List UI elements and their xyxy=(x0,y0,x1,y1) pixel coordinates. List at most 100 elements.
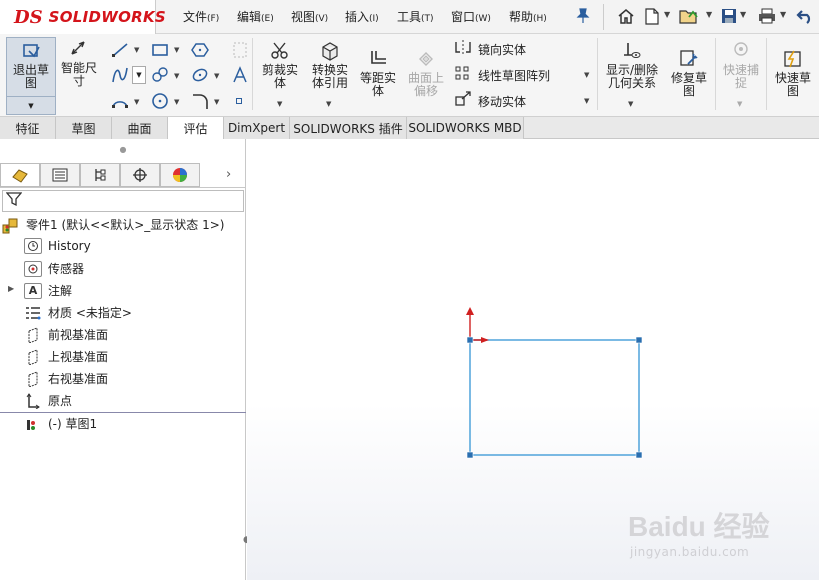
tree-item-material[interactable]: 材质 <未指定> xyxy=(24,304,132,321)
tab-solidworks-mbd[interactable]: SOLIDWORKS MBD xyxy=(407,117,524,139)
point-icon[interactable] xyxy=(236,98,242,104)
tab-solidworks-addins[interactable]: SOLIDWORKS 插件 xyxy=(290,117,407,139)
polygon-icon[interactable] xyxy=(190,40,210,60)
menu-window[interactable]: 窗口(W) xyxy=(451,8,491,25)
chevron-down-icon[interactable]: ▼ xyxy=(174,72,179,80)
offset-on-surface-button[interactable]: 曲面上偏移 xyxy=(404,48,448,98)
tree-item-annotations[interactable]: A 注解 xyxy=(24,282,72,299)
slot-icon[interactable] xyxy=(150,65,170,85)
ellipse-icon[interactable] xyxy=(190,65,210,85)
rectangle-icon[interactable] xyxy=(150,40,170,60)
sketch-point[interactable] xyxy=(466,336,474,344)
print-icon[interactable] xyxy=(756,6,778,26)
pin-icon[interactable] xyxy=(572,6,594,26)
expand-arrow-icon[interactable]: ▶ xyxy=(8,284,14,293)
chevron-down-icon[interactable]: ▼ xyxy=(326,100,331,108)
dimxpert-manager-tab-icon[interactable] xyxy=(120,163,160,187)
chevron-down-icon[interactable]: ▼ xyxy=(628,100,633,108)
tree-part-root[interactable]: 零件1 (默认<<默认>_显示状态 1>) xyxy=(2,216,224,233)
feature-manager-tab-icon[interactable] xyxy=(0,163,40,187)
rapid-sketch-icon xyxy=(783,48,803,70)
tree-item-label: 注解 xyxy=(48,284,73,298)
chevron-down-icon[interactable]: ▼ xyxy=(584,71,589,79)
undo-icon[interactable] xyxy=(794,6,816,26)
property-manager-tab-icon[interactable] xyxy=(40,163,80,187)
sketch-point[interactable] xyxy=(466,451,474,459)
chevron-down-icon[interactable]: ▼ xyxy=(780,10,786,19)
move-label: 移动实体 xyxy=(478,94,527,109)
text-icon[interactable] xyxy=(230,65,250,85)
chevron-down-icon[interactable]: ▼ xyxy=(174,46,179,54)
tree-item-sketch1[interactable]: (-) 草图1 xyxy=(24,415,97,432)
menu-tools[interactable]: 工具(T) xyxy=(397,8,434,25)
chevron-down-icon[interactable]: ▼ xyxy=(277,100,282,108)
tab-sketch[interactable]: 草图 xyxy=(56,117,112,139)
spline-icon[interactable] xyxy=(110,65,130,85)
arc-icon[interactable] xyxy=(110,91,130,111)
linear-pattern-button[interactable]: 线性草图阵列 xyxy=(452,65,550,85)
exit-sketch-button[interactable]: 退出草图 ▼ xyxy=(6,37,56,115)
smart-dimension-button[interactable]: 智能尺寸 xyxy=(58,38,100,88)
fillet-icon[interactable] xyxy=(190,91,210,111)
logo-text: SOLIDWORKS xyxy=(48,8,167,26)
panel-grip-icon[interactable]: ● xyxy=(0,139,246,159)
chevron-down-icon[interactable]: ▼ xyxy=(740,10,746,19)
menu-view[interactable]: 视图(V) xyxy=(291,8,328,25)
line-icon[interactable] xyxy=(110,40,130,60)
display-manager-tab-icon[interactable] xyxy=(160,163,200,187)
configuration-manager-tab-icon[interactable] xyxy=(80,163,120,187)
tree-item-history[interactable]: History xyxy=(24,238,91,254)
tree-item-right-plane[interactable]: 右视基准面 xyxy=(24,370,108,387)
convert-entities-button[interactable]: 转换实体引用 xyxy=(306,40,354,90)
tree-item-origin[interactable]: 原点 xyxy=(24,392,72,409)
rapid-sketch-label: 快速草图 xyxy=(774,71,811,98)
display-relations-button[interactable]: 显示/删除几何关系 xyxy=(601,40,663,90)
new-document-icon[interactable] xyxy=(641,6,663,26)
part-icon xyxy=(2,216,20,233)
chevron-down-icon[interactable]: ▼ xyxy=(134,46,139,54)
tree-item-front-plane[interactable]: 前视基准面 xyxy=(24,326,108,343)
menu-edit[interactable]: 编辑(E) xyxy=(237,8,274,25)
chevron-down-icon[interactable]: ▼ xyxy=(214,98,219,106)
menu-insert[interactable]: 插入(I) xyxy=(345,8,379,25)
chevron-down-icon[interactable]: ▼ xyxy=(132,66,146,84)
offset-surface-icon xyxy=(416,48,436,70)
sketch-rectangle[interactable] xyxy=(469,339,640,456)
chevron-down-icon[interactable]: ▼ xyxy=(584,97,589,105)
chevron-right-icon[interactable]: › xyxy=(226,167,231,182)
tab-features[interactable]: 特征 xyxy=(0,117,56,139)
tree-item-sensors[interactable]: 传感器 xyxy=(24,260,84,277)
graphics-area[interactable]: Baidu 经验 jingyan.baidu.com xyxy=(247,139,819,580)
home-icon[interactable] xyxy=(615,6,637,26)
mirror-entities-button[interactable]: 镜向实体 xyxy=(452,39,526,59)
chevron-down-icon[interactable]: ▼ xyxy=(737,100,742,108)
chevron-down-icon[interactable]: ▼ xyxy=(174,98,179,106)
menu-file[interactable]: 文件(F) xyxy=(183,8,219,25)
offset-entities-button[interactable]: 等距实体 xyxy=(356,48,400,98)
tab-dimxpert[interactable]: DimXpert xyxy=(224,117,290,139)
menu-help[interactable]: 帮助(H) xyxy=(509,8,547,25)
tree-item-top-plane[interactable]: 上视基准面 xyxy=(24,348,108,365)
rollback-bar[interactable] xyxy=(0,412,246,413)
tab-evaluate[interactable]: 评估 xyxy=(168,117,224,139)
trim-entities-button[interactable]: 剪裁实体 xyxy=(258,40,302,90)
chevron-down-icon[interactable]: ▼ xyxy=(7,96,55,115)
open-icon[interactable] xyxy=(678,6,700,26)
save-icon[interactable] xyxy=(718,6,740,26)
filter-field[interactable] xyxy=(2,190,244,212)
chevron-down-icon[interactable]: ▼ xyxy=(214,72,219,80)
repair-sketch-button[interactable]: 修复草图 xyxy=(666,48,712,98)
quick-snaps-button[interactable]: 快速捕捉 xyxy=(719,40,763,90)
circle-icon[interactable] xyxy=(150,91,170,111)
rapid-sketch-button[interactable]: 快速草图 xyxy=(770,48,816,98)
sketch-point[interactable] xyxy=(635,451,643,459)
chevron-down-icon[interactable]: ▼ xyxy=(134,98,139,106)
separator xyxy=(766,38,767,110)
move-entities-button[interactable]: 移动实体 xyxy=(452,91,526,111)
chevron-down-icon[interactable]: ▼ xyxy=(664,10,670,19)
sketch-point[interactable] xyxy=(635,336,643,344)
chevron-down-icon[interactable]: ▼ xyxy=(706,10,712,19)
tab-surfaces[interactable]: 曲面 xyxy=(112,117,168,139)
solidworks-logo[interactable]: DS SOLIDWORKS xyxy=(0,0,166,34)
history-icon xyxy=(24,238,42,254)
